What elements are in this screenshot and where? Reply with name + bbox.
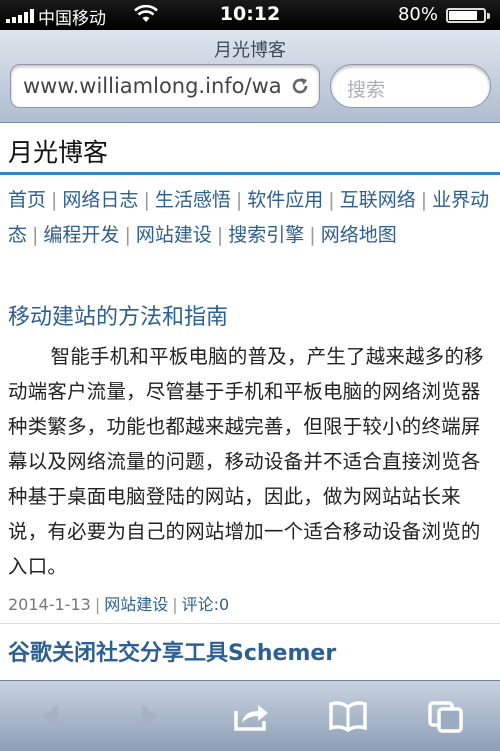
next-article-title-link[interactable]: 谷歌关闭社交分享工具Schemer (8, 635, 336, 667)
article-date: 2014-1-13 (8, 595, 91, 614)
browser-toolbar: 月光博客 www.williamlong.info/wa 搜索 (0, 30, 500, 123)
battery-icon (446, 8, 490, 23)
site-title[interactable]: 月光博客 (8, 133, 108, 169)
bookmarks-icon[interactable] (328, 697, 368, 735)
battery-percent: 80% (397, 4, 438, 25)
nav-link-software[interactable]: 软件应用 (247, 189, 323, 211)
nav-link-internet[interactable]: 互联网络 (340, 189, 416, 211)
site-nav: 首页 | 网络日志 | 生活感悟 | 软件应用 | 互联网络 | 业界动态 | 编程开发 | 网站建设 | 搜索… (8, 189, 490, 246)
article-title-link[interactable]: 移动建站的方法和指南 (8, 299, 228, 331)
browser-page-title: 月光博客 (214, 40, 286, 61)
divider (0, 623, 500, 624)
forward-arrow-icon[interactable] (130, 697, 170, 735)
nav-link-home[interactable]: 首页 (8, 189, 46, 211)
nav-link-blog[interactable]: 网络日志 (62, 189, 138, 211)
reload-icon[interactable] (289, 75, 311, 97)
article-category-link[interactable]: 网站建设 (104, 595, 168, 614)
tabs-icon[interactable] (426, 697, 466, 735)
address-bar[interactable]: www.williamlong.info/wa (10, 64, 320, 108)
search-placeholder: 搜索 (347, 79, 386, 101)
nav-link-life[interactable]: 生活感悟 (155, 189, 231, 211)
search-input[interactable]: 搜索 (330, 64, 491, 108)
nav-link-sitemap[interactable]: 网络地图 (321, 224, 397, 246)
back-arrow-icon[interactable] (30, 697, 70, 735)
nav-link-search[interactable]: 搜索引擎 (228, 224, 304, 246)
site-header: 月光博客 (0, 123, 500, 175)
article-comments-link[interactable]: 评论:0 (182, 595, 230, 614)
web-page-content[interactable]: 月光博客 首页 | 网络日志 | 生活感悟 | 软件应用 | 互联网络 | 业界动态 | 编程开发 | 网站… (0, 123, 500, 678)
article-meta: 2014-1-13 | 网站建设 | 评论:0 (8, 595, 230, 614)
nav-link-webdev[interactable]: 网站建设 (136, 224, 212, 246)
browser-bottom-toolbar (0, 680, 500, 751)
share-icon[interactable] (232, 697, 272, 735)
status-bar: 中国移动 10:12 80% (0, 0, 500, 30)
article-body: 智能手机和平板电脑的普及，产生了越来越多的移动端客户流量，尽管基于手机和平板电脑… (8, 345, 484, 578)
nav-link-programming[interactable]: 编程开发 (43, 224, 119, 246)
url-text[interactable]: www.williamlong.info/wa (23, 74, 285, 98)
